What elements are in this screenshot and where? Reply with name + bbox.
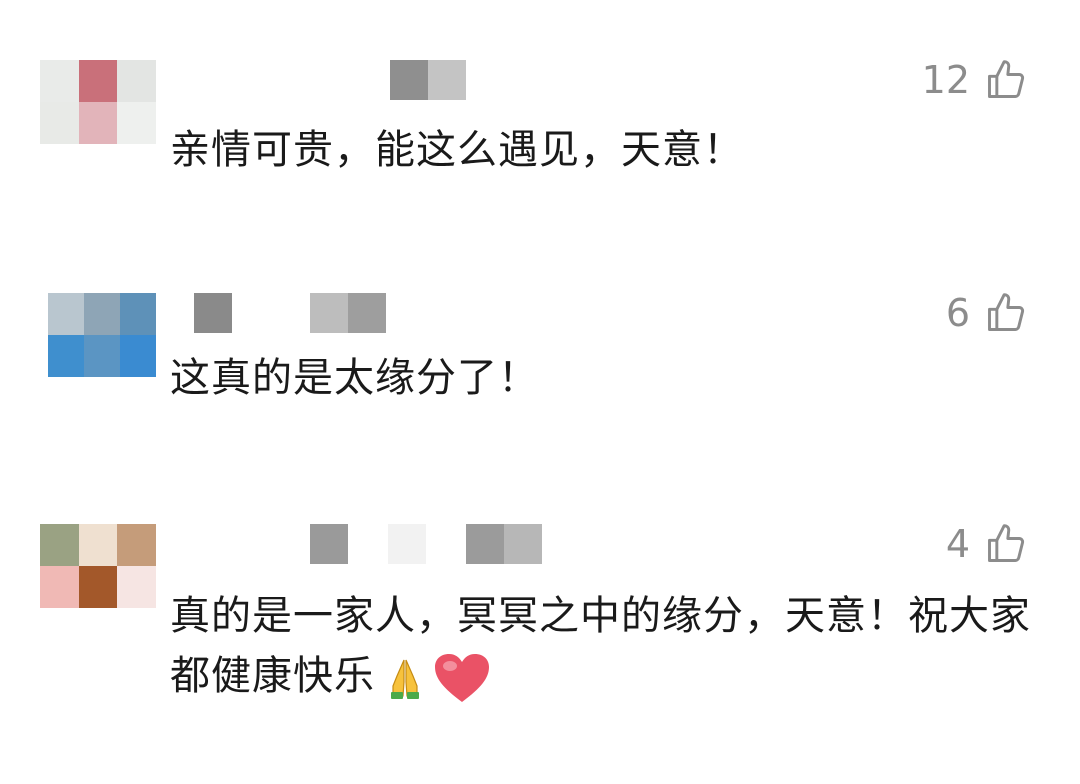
comment-text-block: 真的是一家人，冥冥之中的缘分，天意！祝大家都健康快乐 xyxy=(170,586,1050,706)
comment-text: 真的是一家人，冥冥之中的缘分，天意！祝大家都健康快乐 xyxy=(170,593,1031,699)
avatar[interactable] xyxy=(48,293,156,377)
like-button[interactable]: 6 xyxy=(946,289,1028,337)
comment-text: 亲情可贵，能这么遇见，天意！ xyxy=(170,127,744,173)
thumbs-up-icon xyxy=(988,60,1025,98)
avatar[interactable] xyxy=(40,60,156,144)
like-button[interactable]: 12 xyxy=(922,56,1028,104)
thumbs-up-icon xyxy=(988,524,1025,562)
like-button[interactable]: 4 xyxy=(946,520,1028,568)
red-heart-emoji xyxy=(435,654,489,702)
comment-text: 这真的是太缘分了！ xyxy=(170,355,539,401)
like-count: 6 xyxy=(945,291,970,335)
folded-hands-emoji xyxy=(391,659,419,699)
like-count: 4 xyxy=(945,522,970,566)
like-count: 12 xyxy=(921,58,970,102)
thumbs-up-icon xyxy=(988,293,1025,331)
avatar[interactable] xyxy=(40,524,156,608)
